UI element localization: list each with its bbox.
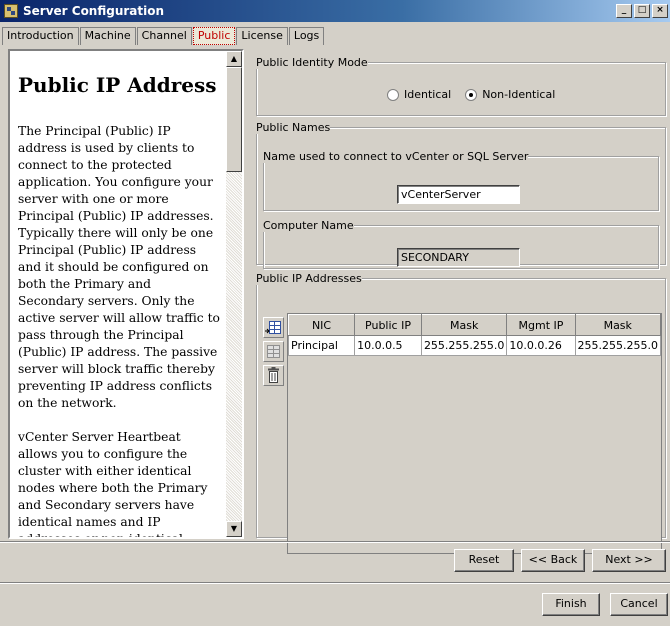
public-names-group: Public Names Name used to connect to vCe…	[256, 121, 666, 269]
table-cell[interactable]: 255.255.255.0	[420, 335, 508, 356]
column-header-mgmt-mask[interactable]: Mask	[574, 314, 661, 336]
cancel-button[interactable]: Cancel	[610, 593, 668, 616]
identity-mode-legend: Public Identity Mode	[256, 56, 368, 69]
ip-table: NIC Public IP Mask Mgmt IP Mask Principa…	[287, 314, 661, 356]
column-header-nic[interactable]: NIC	[287, 314, 356, 336]
computer-name-group: Computer Name SECONDARY	[263, 219, 659, 269]
divider	[0, 541, 670, 543]
table-cell[interactable]: 10.0.0.26	[506, 335, 576, 356]
help-paragraph: vCenter Server Heartbeat allows you to c…	[18, 430, 208, 537]
tab-channel[interactable]: Channel	[136, 27, 192, 45]
tab-introduction[interactable]: Introduction	[2, 27, 79, 45]
identity-mode-group: Public Identity Mode Identical Non-Ident…	[256, 56, 666, 116]
radio-checked-icon[interactable]	[465, 88, 478, 101]
add-row-icon	[265, 321, 281, 334]
delete-row-button[interactable]	[263, 365, 284, 386]
radio-non-identical[interactable]: Non-Identical	[465, 88, 555, 101]
public-names-legend: Public Names	[256, 121, 331, 134]
radio-label: Non-Identical	[482, 88, 556, 101]
table-header-row: NIC Public IP Mask Mgmt IP Mask	[287, 314, 661, 336]
tab-license[interactable]: License	[236, 27, 288, 45]
edit-row-icon	[267, 345, 280, 358]
help-panel: Public IP Address The Principal (Public)…	[8, 49, 244, 539]
delete-icon	[268, 367, 279, 383]
column-header-public-ip[interactable]: Public IP	[354, 314, 422, 336]
table-cell[interactable]: 10.0.0.5	[354, 335, 422, 356]
title-bar: Server Configuration _ □ ×	[0, 0, 670, 22]
minimize-button[interactable]: _	[616, 4, 632, 18]
maximize-button[interactable]: □	[634, 4, 650, 18]
table-row[interactable]: Principal 10.0.0.5 255.255.255.0 10.0.0.…	[287, 335, 661, 356]
add-row-button[interactable]	[263, 317, 284, 338]
reset-button[interactable]: Reset	[454, 549, 514, 572]
scroll-down-icon[interactable]: ▼	[226, 521, 242, 537]
scroll-up-icon[interactable]: ▲	[226, 51, 242, 67]
grid-toolbar	[263, 317, 285, 554]
divider	[0, 582, 670, 584]
connect-name-legend: Name used to connect to vCenter or SQL S…	[263, 150, 529, 163]
tab-public[interactable]: Public	[192, 27, 236, 45]
computer-name-field: SECONDARY	[397, 248, 520, 267]
app-icon	[4, 4, 18, 18]
scroll-thumb[interactable]	[226, 67, 242, 172]
back-button[interactable]: << Back	[521, 549, 585, 572]
connect-name-group: Name used to connect to vCenter or SQL S…	[263, 150, 659, 211]
close-button[interactable]: ×	[652, 4, 668, 18]
computer-name-legend: Computer Name	[263, 219, 354, 232]
finish-button[interactable]: Finish	[542, 593, 600, 616]
help-heading: Public IP Address	[18, 73, 217, 97]
ip-addresses-group: Public IP Addresses NIC Public IP Mask M…	[256, 272, 666, 554]
radio-circle-icon[interactable]	[387, 88, 399, 101]
connect-name-input[interactable]: vCenterServer	[397, 185, 520, 204]
ip-addresses-legend: Public IP Addresses	[256, 272, 362, 285]
column-header-mgmt-ip[interactable]: Mgmt IP	[506, 314, 576, 336]
next-button[interactable]: Next >>	[592, 549, 666, 572]
table-cell[interactable]: Principal	[287, 335, 356, 356]
tab-logs[interactable]: Logs	[288, 27, 325, 45]
radio-label: Identical	[404, 88, 452, 101]
ip-table-container: NIC Public IP Mask Mgmt IP Mask Principa…	[287, 313, 662, 554]
edit-row-button[interactable]	[263, 341, 284, 362]
help-scrollbar[interactable]: ▲ ▼	[226, 51, 242, 537]
radio-identical[interactable]: Identical	[387, 88, 451, 101]
tab-machine[interactable]: Machine	[79, 27, 136, 45]
help-content: Public IP Address The Principal (Public)…	[10, 51, 228, 537]
table-cell[interactable]: 255.255.255.0	[574, 335, 661, 356]
help-paragraph: The Principal (Public) IP address is use…	[18, 124, 220, 410]
column-header-mask[interactable]: Mask	[420, 314, 508, 336]
window-title: Server Configuration	[23, 4, 165, 18]
tab-bar: Introduction Machine Channel Public Lice…	[2, 27, 325, 45]
